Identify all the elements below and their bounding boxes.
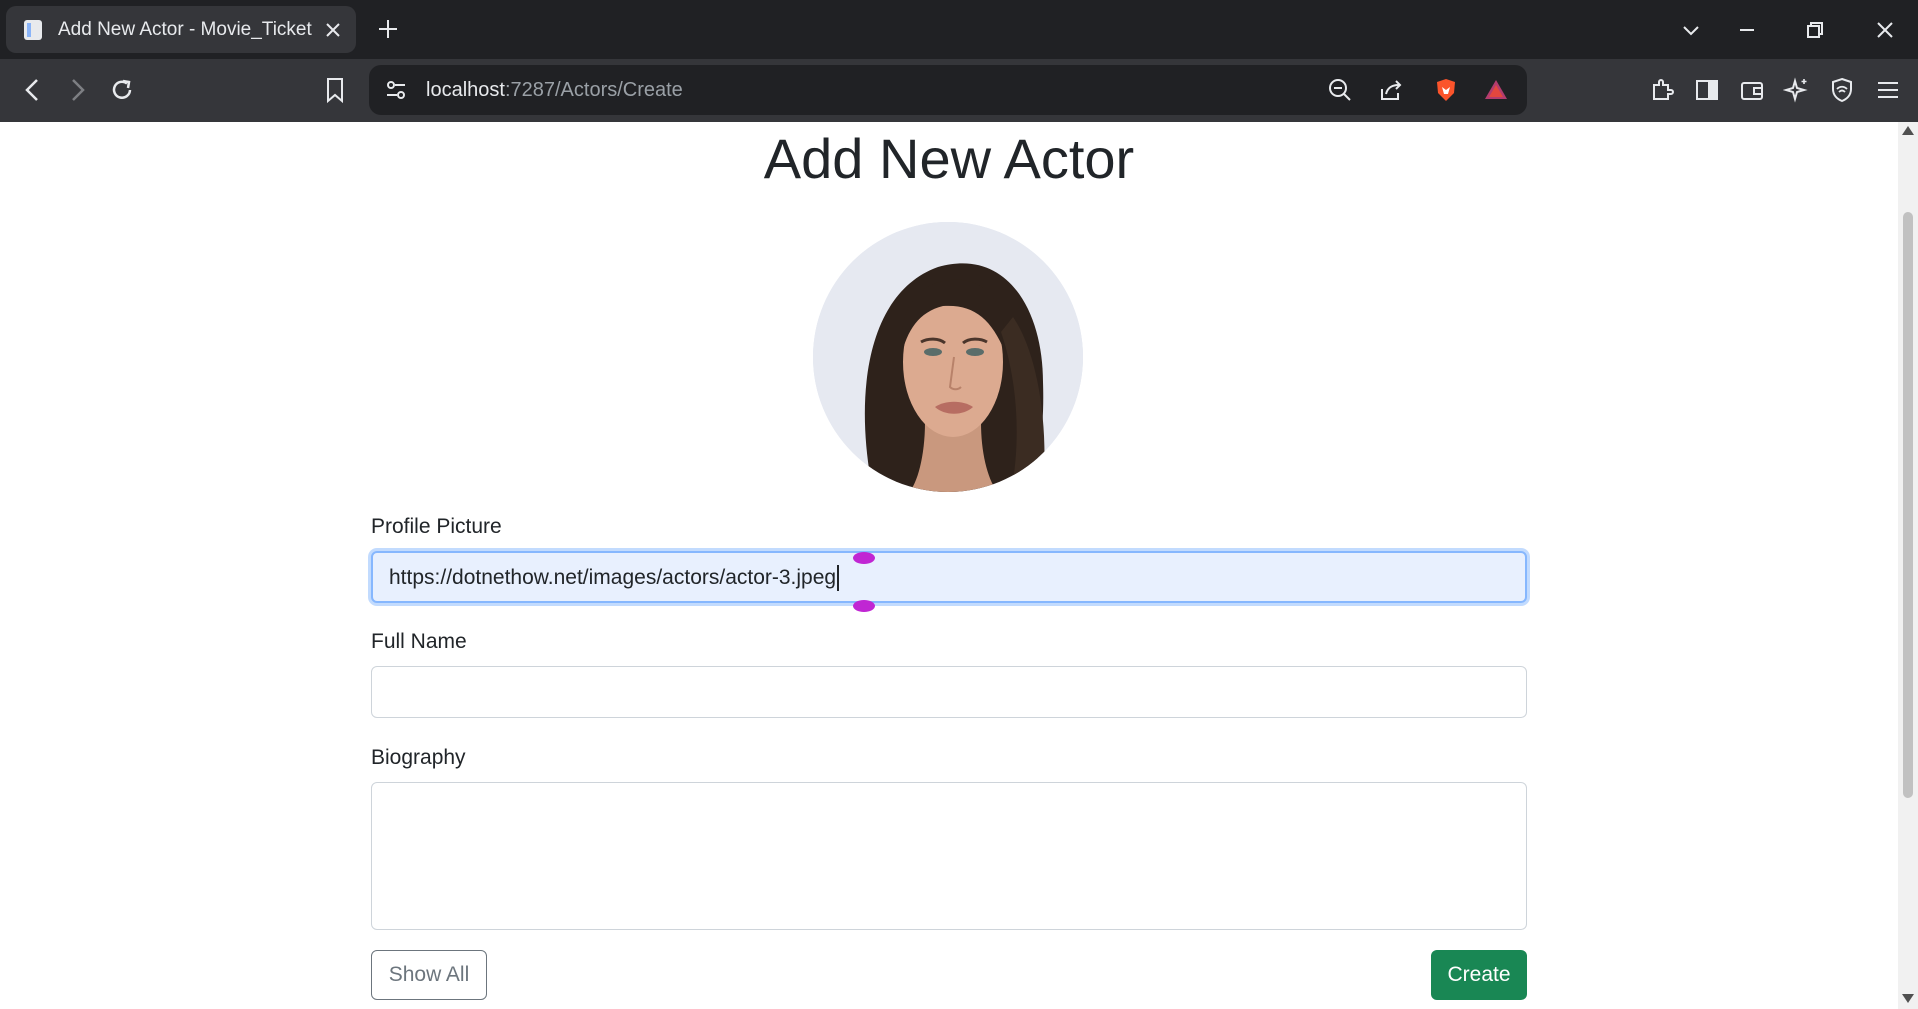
show-all-button[interactable]: Show All	[371, 950, 487, 1000]
profile-picture-preview	[813, 222, 1083, 492]
extensions-icon[interactable]	[1648, 76, 1676, 104]
page-viewport: Add New Actor Profile Picture https://do…	[0, 122, 1898, 1009]
profile-picture-input[interactable]: https://dotnethow.net/images/actors/acto…	[371, 551, 1527, 603]
create-button[interactable]: Create	[1431, 950, 1527, 1000]
browser-tab[interactable]: Add New Actor - Movie_Ticket	[6, 6, 356, 53]
tab-search-chevron-icon[interactable]	[1678, 17, 1704, 43]
text-caret	[837, 565, 840, 592]
close-tab-icon[interactable]	[322, 19, 344, 41]
forward-icon[interactable]	[62, 75, 92, 105]
vpn-shield-icon[interactable]	[1828, 76, 1856, 104]
share-icon[interactable]	[1378, 77, 1404, 103]
selection-handle-bottom[interactable]	[853, 600, 875, 612]
address-bar[interactable]: localhost:7287/Actors/Create	[369, 65, 1527, 115]
biography-textarea[interactable]	[371, 782, 1527, 930]
site-settings-icon[interactable]	[383, 77, 409, 103]
browser-tab-bar: Add New Actor - Movie_Ticket	[0, 0, 1918, 59]
tab-title: Add New Actor - Movie_Ticket	[58, 19, 312, 40]
reload-icon[interactable]	[107, 75, 137, 105]
full-name-input[interactable]	[371, 666, 1527, 718]
scrollbar-thumb[interactable]	[1903, 212, 1913, 798]
page-favicon-icon	[24, 20, 42, 40]
new-tab-icon[interactable]	[376, 17, 400, 41]
restore-icon[interactable]	[1802, 17, 1828, 43]
selection-handle-top[interactable]	[853, 552, 875, 564]
brave-shields-icon[interactable]	[1433, 77, 1459, 103]
url-text: localhost:7287/Actors/Create	[426, 65, 683, 115]
url-host: localhost	[426, 79, 505, 101]
zoom-out-icon[interactable]	[1327, 77, 1353, 103]
scroll-down-arrow-icon[interactable]	[1902, 994, 1914, 1003]
profile-picture-value: https://dotnethow.net/images/actors/acto…	[389, 566, 837, 589]
sidebar-icon[interactable]	[1693, 76, 1721, 104]
menu-icon[interactable]	[1874, 76, 1902, 104]
browser-toolbar: localhost:7287/Actors/Create	[0, 59, 1918, 122]
leo-ai-icon[interactable]	[1783, 76, 1811, 104]
url-path: :7287/Actors/Create	[504, 79, 683, 101]
close-window-icon[interactable]	[1872, 17, 1898, 43]
back-icon[interactable]	[18, 75, 48, 105]
minimize-icon[interactable]	[1734, 17, 1760, 43]
scroll-up-arrow-icon[interactable]	[1902, 126, 1914, 135]
brave-rewards-icon[interactable]	[1483, 77, 1509, 103]
wallet-icon[interactable]	[1738, 76, 1766, 104]
vertical-scrollbar[interactable]	[1898, 122, 1918, 1009]
bookmark-icon[interactable]	[320, 75, 350, 105]
actor-portrait-image	[813, 222, 1083, 492]
biography-label: Biography	[371, 746, 466, 769]
page-title: Add New Actor	[763, 127, 1135, 190]
profile-picture-label: Profile Picture	[371, 515, 502, 538]
full-name-label: Full Name	[371, 630, 467, 653]
